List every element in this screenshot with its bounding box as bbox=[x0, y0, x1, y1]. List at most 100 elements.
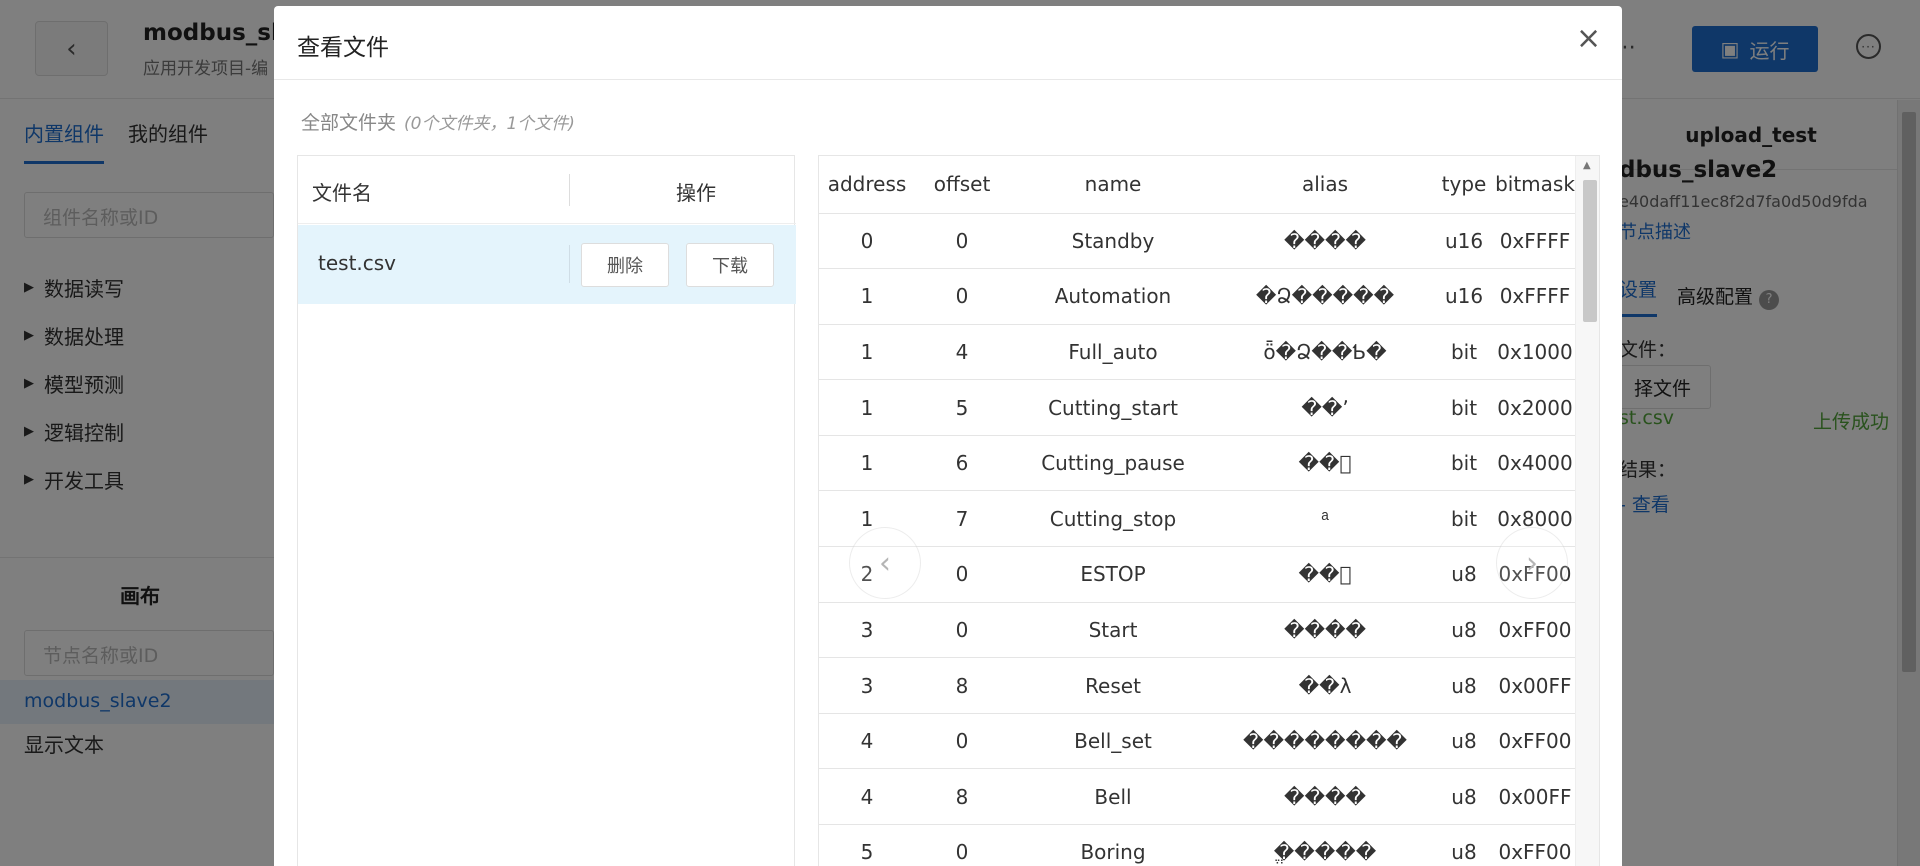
table-cell-type: u16 bbox=[1433, 268, 1495, 325]
table-cell-offset: 7 bbox=[915, 490, 1009, 548]
table-cell-address: 4 bbox=[819, 768, 915, 826]
table-cell-offset: 6 bbox=[915, 435, 1009, 492]
table-cell-offset: 4 bbox=[915, 324, 1009, 381]
table-cell-offset: 8 bbox=[915, 657, 1009, 714]
file-list-header: 文件名 操作 bbox=[298, 156, 796, 224]
table-cell-type: bit bbox=[1433, 379, 1495, 436]
table-cell-name: Cutting_stop bbox=[1009, 490, 1217, 548]
table-cell-alias: ͣ bbox=[1217, 490, 1433, 548]
table-cell-address: 3 bbox=[819, 602, 915, 659]
modal-header: 查看文件 × bbox=[274, 6, 1622, 80]
table-cell-address: 1 bbox=[819, 379, 915, 436]
table-cell-bitmask: 0x00FF bbox=[1495, 657, 1575, 714]
modal-title: 查看文件 bbox=[297, 35, 389, 61]
table-cell-bitmask: 0x4000 bbox=[1495, 435, 1575, 492]
table-cell-name: ESTOP bbox=[1009, 546, 1217, 603]
table-row: 4 0 Bell_set �������� u8 0xFF00 bbox=[819, 713, 1575, 770]
table-cell-type: u8 bbox=[1433, 602, 1495, 659]
folder-count: (0个文件夹，1个文件) bbox=[404, 114, 575, 134]
table-cell-name: Reset bbox=[1009, 657, 1217, 714]
table-cell-type: u8 bbox=[1433, 713, 1495, 770]
table-cell-bitmask: 0x2000 bbox=[1495, 379, 1575, 436]
table-cell-bitmask: 0x00FF bbox=[1495, 768, 1575, 826]
table-cell-name: Cutting_pause bbox=[1009, 435, 1217, 492]
table-cell-address: 0 bbox=[819, 213, 915, 270]
table-row: 1 6 Cutting_pause ��ͣ bit 0x4000 bbox=[819, 435, 1575, 492]
table-cell-name: Automation bbox=[1009, 268, 1217, 325]
table-cell-alias: ��ͣ bbox=[1217, 435, 1433, 492]
table-cell-type: u8 bbox=[1433, 768, 1495, 826]
table-cell-alias: ���� bbox=[1217, 768, 1433, 826]
table-cell-address: 1 bbox=[819, 324, 915, 381]
next-arrow-icon[interactable]: › bbox=[1496, 527, 1568, 599]
divider bbox=[569, 245, 570, 283]
prev-arrow-icon[interactable]: ‹ bbox=[849, 527, 921, 599]
table-cell-address: 4 bbox=[819, 713, 915, 770]
download-button[interactable]: 下载 bbox=[686, 243, 774, 287]
view-file-modal: 查看文件 × 全部文件夹 (0个文件夹，1个文件) 文件名 操作 test.csv… bbox=[274, 6, 1622, 866]
table-scrollbar[interactable]: ▲ bbox=[1575, 156, 1599, 866]
file-name[interactable]: test.csv bbox=[318, 251, 396, 275]
column-header: bitmask bbox=[1495, 156, 1575, 214]
column-header: name bbox=[1009, 156, 1217, 214]
table-cell-offset: 0 bbox=[915, 713, 1009, 770]
breadcrumb: 全部文件夹 (0个文件夹，1个文件) bbox=[301, 108, 575, 135]
table-cell-type: u8 bbox=[1433, 824, 1495, 866]
divider bbox=[569, 174, 570, 206]
table-cell-offset: 0 bbox=[915, 268, 1009, 325]
table-row: 5 0 Boringֱ����� u8 0xFF00 bbox=[819, 824, 1575, 866]
column-header-actions: 操作 bbox=[676, 181, 716, 205]
table-cell-bitmask: 0xFFFF bbox=[1495, 268, 1575, 325]
table-cell-alias: ȫ�Ձ��Ƅ� bbox=[1217, 324, 1433, 381]
table-body: 0 0 Standby ���� u16 0xFFFF 1 0 Automation �Ձ����… bbox=[819, 213, 1575, 866]
table-cell-name: Standby bbox=[1009, 213, 1217, 270]
table-cell-offset: 0 bbox=[915, 602, 1009, 659]
table-cell-offset: 5 bbox=[915, 379, 1009, 436]
scroll-up-icon[interactable]: ▲ bbox=[1583, 160, 1591, 171]
table-row: 0 0 Standby ���� u16 0xFFFF bbox=[819, 213, 1575, 270]
table-cell-alias: ���� bbox=[1217, 602, 1433, 659]
column-header: address bbox=[819, 156, 915, 214]
table-cell-name: Bell bbox=[1009, 768, 1217, 826]
column-header: alias bbox=[1217, 156, 1433, 214]
table-row: 1 4 Full_auto ȫ�Ձ��Ƅ� bit 0x1000 bbox=[819, 324, 1575, 381]
table-row: 1 5 Cutting_start ��ʼ bit 0x2000 bbox=[819, 379, 1575, 436]
table-cell-offset: 8 bbox=[915, 768, 1009, 826]
table-cell-alias: ��λ bbox=[1217, 657, 1433, 714]
table-cell-name: Bell_set bbox=[1009, 713, 1217, 770]
table-cell-bitmask: 0x1000 bbox=[1495, 324, 1575, 381]
file-preview-panel: address offset name alias type bitmask 0… bbox=[818, 155, 1600, 866]
table-row: 2 0 ESTOP ��ͣ u8 0xFF00 bbox=[819, 546, 1575, 603]
table-cell-address: 1 bbox=[819, 435, 915, 492]
table-header-row: address offset name alias type bitmask bbox=[819, 156, 1575, 214]
table-cell-offset: 0 bbox=[915, 546, 1009, 603]
table-cell-type: bit bbox=[1433, 324, 1495, 381]
column-header: type bbox=[1433, 156, 1495, 214]
table-cell-alias: ��ͣ bbox=[1217, 546, 1433, 603]
table-cell-address: 5 bbox=[819, 824, 915, 866]
table-cell-name: Boring bbox=[1009, 824, 1217, 866]
close-icon[interactable]: × bbox=[1576, 24, 1601, 54]
table-cell-alias: �Ձ����� bbox=[1217, 268, 1433, 325]
column-header: offset bbox=[915, 156, 1009, 214]
table-cell-alias: �������� bbox=[1217, 713, 1433, 770]
table-cell-name: Full_auto bbox=[1009, 324, 1217, 381]
file-list-panel: 文件名 操作 test.csv 删除 下载 bbox=[297, 155, 796, 866]
table-cell-alias: ֱ����� bbox=[1217, 824, 1433, 866]
scrollbar-thumb[interactable] bbox=[1583, 180, 1597, 322]
table-cell-type: bit bbox=[1433, 490, 1495, 548]
table-cell-offset: 0 bbox=[915, 824, 1009, 866]
file-row[interactable]: test.csv 删除 下载 bbox=[298, 225, 796, 304]
column-header-filename: 文件名 bbox=[312, 181, 372, 205]
table-row: 4 8 Bell ���� u8 0x00FF bbox=[819, 768, 1575, 826]
table-cell-type: u8 bbox=[1433, 546, 1495, 603]
breadcrumb-root[interactable]: 全部文件夹 bbox=[301, 112, 396, 134]
table-cell-address: 3 bbox=[819, 657, 915, 714]
table-cell-name: Start bbox=[1009, 602, 1217, 659]
table-row: 3 0 Start ���� u8 0xFF00 bbox=[819, 602, 1575, 659]
table-row: 3 8 Reset ��λ u8 0x00FF bbox=[819, 657, 1575, 714]
table-cell-bitmask: 0xFF00 bbox=[1495, 713, 1575, 770]
table-row: 17Cutting_stopͣbit0x8000 bbox=[819, 490, 1575, 548]
delete-button[interactable]: 删除 bbox=[581, 243, 669, 287]
table-cell-type: u8 bbox=[1433, 657, 1495, 714]
